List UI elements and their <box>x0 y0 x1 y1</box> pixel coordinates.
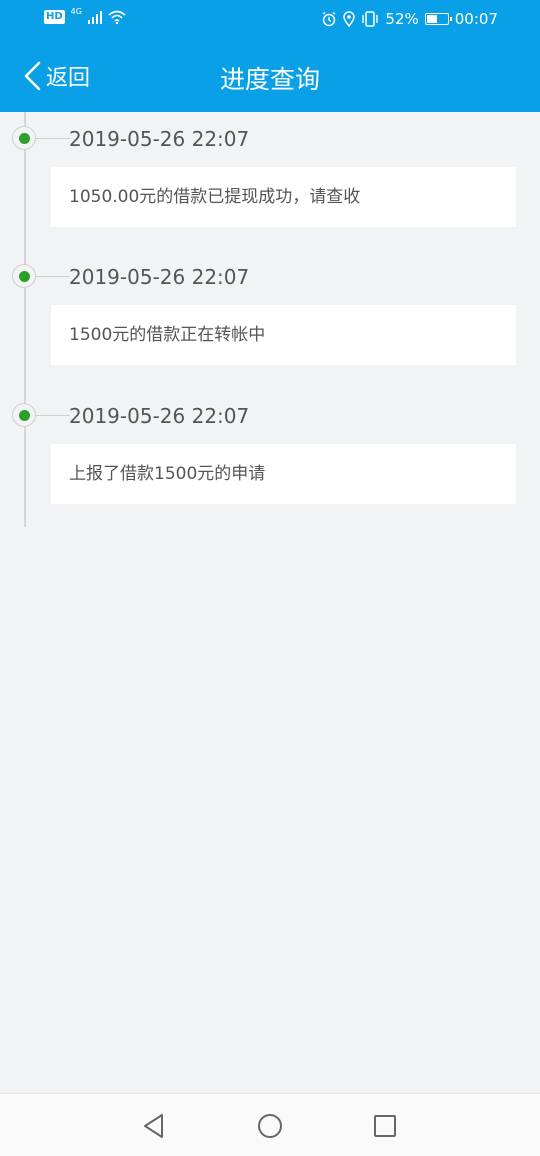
battery-percent: 52% <box>385 10 419 28</box>
entry-card: 上报了借款1500元的申请 <box>51 444 516 504</box>
clock: 00:07 <box>454 10 498 28</box>
timeline-dot <box>12 403 36 427</box>
network-type: 4G <box>70 6 82 16</box>
status-left: HD 4G <box>44 6 126 24</box>
status-right: 52% 00:07 <box>321 10 498 28</box>
status-bar: HD 4G 52% 00:07 <box>0 0 540 40</box>
timeline-line <box>24 112 26 527</box>
entry-time: 2019-05-26 22:07 <box>69 404 250 428</box>
entry-time: 2019-05-26 22:07 <box>69 127 250 151</box>
entry-time: 2019-05-26 22:07 <box>69 265 250 289</box>
nav-recents-icon[interactable] <box>371 1112 399 1140</box>
nav-back-icon[interactable] <box>140 1112 168 1140</box>
nav-home-icon[interactable] <box>256 1112 284 1140</box>
page-title: 进度查询 <box>219 65 320 94</box>
timeline-connector <box>36 415 70 416</box>
app-header: 返回 进度查询 <box>0 40 540 112</box>
timeline-dot <box>12 264 36 288</box>
alarm-icon <box>323 11 336 27</box>
battery-icon <box>424 13 452 25</box>
timeline-dot-inner <box>18 409 30 421</box>
vibrate-icon <box>362 11 379 27</box>
battery-level-fill <box>426 15 437 23</box>
entry-card: 1500元的借款正在转帐中 <box>51 305 516 365</box>
hd-badge: HD <box>44 10 65 24</box>
timeline-dot-inner <box>18 132 30 144</box>
wifi-icon <box>108 10 126 24</box>
location-icon <box>343 11 356 27</box>
entry-card: 1050.00元的借款已提现成功，请查收 <box>51 167 516 227</box>
signal-icon <box>87 10 102 24</box>
timeline-connector <box>36 138 70 139</box>
system-nav-bar <box>0 1093 540 1156</box>
timeline-dot <box>12 126 36 150</box>
timeline-connector <box>36 276 70 277</box>
timeline-dot-inner <box>18 270 30 282</box>
